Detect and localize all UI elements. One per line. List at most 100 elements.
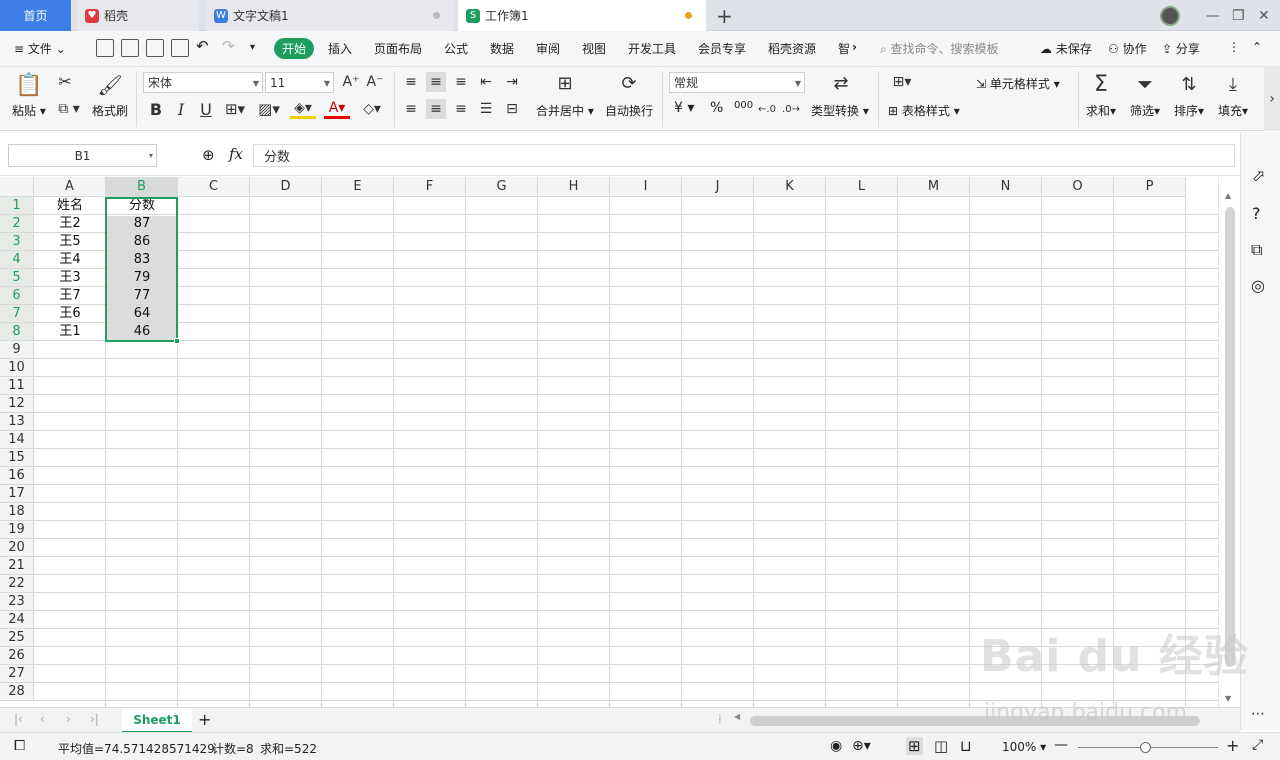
- first-sheet-icon[interactable]: |‹: [14, 712, 23, 726]
- row-header-9[interactable]: 9: [0, 341, 34, 359]
- close-icon[interactable]: ✕: [1258, 0, 1270, 31]
- row-header-25[interactable]: 25: [0, 629, 34, 647]
- print-preview-icon[interactable]: [171, 39, 189, 57]
- last-sheet-icon[interactable]: ›|: [90, 712, 99, 726]
- tab-review[interactable]: 审阅: [536, 40, 560, 57]
- scroll-down-icon[interactable]: ▼: [1225, 694, 1231, 703]
- sum-icon[interactable]: Σ: [1090, 71, 1112, 97]
- format-painter-icon[interactable]: 🖌: [97, 71, 122, 99]
- column-header-e[interactable]: E: [322, 177, 394, 197]
- number-format-select[interactable]: 常规 ▼: [669, 72, 805, 93]
- cell-a8[interactable]: 王1: [34, 323, 106, 341]
- clipboard-icon[interactable]: 📋: [15, 71, 42, 99]
- column-header-j[interactable]: J: [682, 177, 754, 197]
- decrease-indent-icon[interactable]: ⇤: [476, 72, 496, 92]
- save-icon[interactable]: [96, 39, 114, 57]
- column-header-k[interactable]: K: [754, 177, 826, 197]
- cell-a3[interactable]: 王5: [34, 233, 106, 251]
- restore-icon[interactable]: ❐: [1232, 0, 1245, 31]
- fullscreen-icon[interactable]: ⤢: [1252, 737, 1263, 753]
- tab-document[interactable]: W 文字文稿1: [206, 0, 454, 31]
- cut-icon[interactable]: ✂: [55, 71, 75, 91]
- sheet-tab-sheet1[interactable]: Sheet1: [122, 708, 192, 733]
- type-convert-button[interactable]: 类型转换 ▾: [811, 102, 869, 119]
- row-header-17[interactable]: 17: [0, 485, 34, 503]
- add-sheet-button[interactable]: +: [198, 710, 211, 729]
- chevron-right-icon[interactable]: ›: [852, 40, 857, 54]
- table-style-button[interactable]: ⊞ 表格样式 ▾: [888, 102, 960, 119]
- row-header-10[interactable]: 10: [0, 359, 34, 377]
- row-header-28[interactable]: 28: [0, 683, 34, 701]
- thousands-button[interactable]: 000: [734, 100, 753, 111]
- column-header-i[interactable]: I: [610, 177, 682, 197]
- prev-sheet-icon[interactable]: ‹: [40, 712, 45, 726]
- minimize-icon[interactable]: —: [1206, 0, 1220, 31]
- ribbon-scroll-right-icon[interactable]: ›: [1264, 67, 1280, 131]
- share-button[interactable]: ⇪ 分享: [1162, 40, 1200, 57]
- column-header-g[interactable]: G: [466, 177, 538, 197]
- export-icon[interactable]: [121, 39, 139, 57]
- tab-workbook[interactable]: S 工作簿1: [458, 0, 706, 31]
- scroll-up-icon[interactable]: ▲: [1225, 191, 1231, 200]
- eye-protection-icon[interactable]: ◉: [830, 738, 842, 754]
- column-header-f[interactable]: F: [394, 177, 466, 197]
- column-header-n[interactable]: N: [970, 177, 1042, 197]
- increase-decimal-icon[interactable]: ←.0: [758, 99, 776, 119]
- column-header-a[interactable]: A: [34, 177, 106, 197]
- merge-center-icon[interactable]: ⊞: [552, 71, 578, 95]
- cell-a4[interactable]: 王4: [34, 251, 106, 269]
- collapse-ribbon-icon[interactable]: ⌃: [1252, 40, 1262, 54]
- cell-a7[interactable]: 王6: [34, 305, 106, 323]
- row-header-21[interactable]: 21: [0, 557, 34, 575]
- increase-indent-icon[interactable]: ⇥: [502, 72, 522, 92]
- zoom-in-icon[interactable]: +: [1226, 736, 1239, 755]
- format-painter-button[interactable]: 格式刷: [92, 102, 128, 119]
- row-header-4[interactable]: 4: [0, 251, 34, 269]
- row-header-14[interactable]: 14: [0, 431, 34, 449]
- italic-button[interactable]: I: [174, 99, 188, 119]
- wrap-text-button[interactable]: 自动换行: [605, 102, 653, 119]
- clear-format-icon[interactable]: ◇▾: [358, 99, 386, 119]
- tab-formula[interactable]: 公式: [444, 40, 468, 57]
- tab-daoke-resources[interactable]: 稻壳资源: [768, 40, 816, 57]
- underline-button[interactable]: U: [198, 99, 214, 119]
- row-header-24[interactable]: 24: [0, 611, 34, 629]
- page-layout-view-icon[interactable]: ◫: [934, 737, 948, 755]
- insert-function-button[interactable]: fx: [229, 145, 243, 163]
- row-header-11[interactable]: 11: [0, 377, 34, 395]
- row-header-26[interactable]: 26: [0, 647, 34, 665]
- fill-handle[interactable]: [174, 338, 180, 344]
- row-header-6[interactable]: 6: [0, 287, 34, 305]
- type-convert-icon[interactable]: ⇄: [828, 71, 854, 95]
- select-all-corner[interactable]: [0, 177, 34, 197]
- column-header-l[interactable]: L: [826, 177, 898, 197]
- reading-mode-icon[interactable]: ⊕▾: [852, 738, 871, 754]
- column-header-o[interactable]: O: [1042, 177, 1114, 197]
- cell-style-button[interactable]: ⇲ 单元格样式 ▾: [976, 75, 1060, 92]
- formula-input[interactable]: 分数: [253, 144, 1235, 167]
- tab-daoke[interactable]: ♥ 稻壳: [77, 0, 199, 31]
- zoom-level[interactable]: 100% ▾: [1002, 740, 1046, 754]
- filter-icon[interactable]: ⏷: [1134, 71, 1156, 97]
- cell-a5[interactable]: 王3: [34, 269, 106, 287]
- increase-font-icon[interactable]: A⁺: [342, 72, 360, 92]
- merge-center-button[interactable]: 合并居中 ▾: [536, 102, 594, 119]
- justify-icon[interactable]: ☰: [476, 99, 496, 119]
- tab-smart[interactable]: 智: [838, 40, 850, 57]
- tab-data[interactable]: 数据: [490, 40, 514, 57]
- row-header-8[interactable]: 8: [0, 323, 34, 341]
- tab-home[interactable]: 首页: [0, 0, 71, 31]
- row-header-7[interactable]: 7: [0, 305, 34, 323]
- quick-access-dropdown-icon[interactable]: ▾: [250, 42, 255, 53]
- tab-developer[interactable]: 开发工具: [628, 40, 676, 57]
- column-header-b[interactable]: B: [106, 177, 178, 197]
- cloud-save-button[interactable]: ☁ 未保存: [1040, 40, 1092, 57]
- scroll-left-icon[interactable]: ◀: [734, 712, 740, 721]
- select-cursor-icon[interactable]: ⬀: [1252, 166, 1265, 185]
- collaborate-button[interactable]: ⚇ 协作: [1108, 40, 1147, 57]
- tab-insert[interactable]: 插入: [328, 40, 352, 57]
- location-icon[interactable]: ◎: [1251, 276, 1265, 295]
- font-color-icon[interactable]: A▾: [324, 99, 350, 119]
- border-icon[interactable]: ⊞▾: [222, 99, 248, 119]
- copy-icon[interactable]: ⧉ ▾: [55, 99, 83, 119]
